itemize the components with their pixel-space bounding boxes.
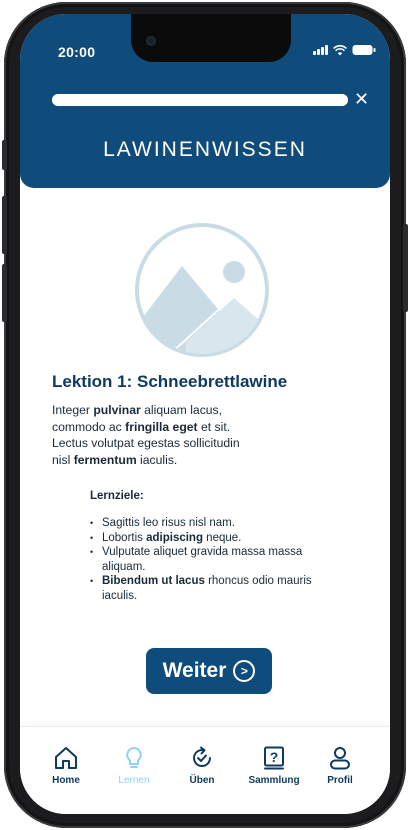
svg-text:?: ? — [270, 749, 279, 765]
refresh-check-icon — [193, 746, 212, 767]
lesson-text-line: Lectus volutpat egestas sollicitudin — [52, 436, 240, 450]
lesson-progress-bar — [52, 94, 348, 106]
next-button[interactable]: Weiter > — [146, 648, 272, 694]
lesson-progress-fill — [52, 94, 348, 106]
tab-label: Profil — [327, 775, 353, 786]
list-item: Lobortis adipiscing neque. — [90, 531, 340, 546]
tab-lernen[interactable]: Lernen — [104, 745, 164, 786]
tab-label: Sammlung — [248, 775, 300, 786]
tab-label: Home — [52, 775, 80, 786]
lesson-image-placeholder-icon — [135, 223, 269, 357]
wifi-icon — [333, 44, 347, 55]
page-title: LAWINENWISSEN — [103, 138, 307, 161]
tab-home[interactable]: Home — [36, 745, 96, 786]
volume-down-button — [2, 264, 7, 322]
list-item: Sagittis leo risus nisl nam. — [90, 516, 340, 531]
home-icon — [55, 747, 77, 769]
status-icons — [313, 44, 376, 56]
power-button — [403, 224, 408, 312]
battery-icon — [352, 45, 376, 55]
list-item: Vulputate aliquet gravida massa massa al… — [90, 545, 340, 574]
app-screen: 20:00 ✕ LAWINENWISSEN Lektion 1: Schneeb… — [20, 14, 390, 814]
close-icon[interactable]: ✕ — [354, 90, 369, 108]
next-button-label: Weiter — [162, 659, 227, 682]
tab-sammlung[interactable]: ? Sammlung — [244, 745, 304, 786]
volume-up-button — [2, 196, 7, 254]
tab-profil[interactable]: Profil — [310, 745, 370, 786]
front-camera — [146, 36, 156, 46]
list-item: Bibendum ut lacus rhoncus odio mauris ia… — [90, 574, 340, 603]
lesson-text-line: commodo ac fringilla eget et sit. — [52, 419, 231, 434]
learning-goals-list: Sagittis leo risus nisl nam. Lobortis ad… — [90, 516, 340, 603]
tab-ueben[interactable]: Üben — [172, 745, 232, 786]
tab-label: Lernen — [118, 775, 150, 786]
bottom-tab-bar: Home Lernen Üben ? Sammlung Profil — [20, 726, 390, 814]
status-time: 20:00 — [58, 44, 96, 60]
user-icon — [330, 747, 350, 770]
tab-label: Üben — [189, 775, 215, 786]
learning-goals-heading: Lernziele: — [90, 490, 144, 502]
lesson-text-line: nisl fermentum iaculis. — [52, 452, 178, 467]
lesson-description: Integer pulvinar aliquam lacus, commodo … — [52, 402, 352, 468]
chevron-right-circle-icon: > — [233, 660, 256, 682]
cellular-signal-icon — [313, 45, 328, 55]
question-book-icon: ? — [264, 746, 284, 770]
silent-switch — [2, 140, 7, 170]
lightbulb-icon — [126, 747, 142, 768]
lesson-title: Lektion 1: Schneebrettlawine — [52, 372, 288, 391]
lesson-text-line: Integer pulvinar aliquam lacus, — [52, 403, 223, 417]
